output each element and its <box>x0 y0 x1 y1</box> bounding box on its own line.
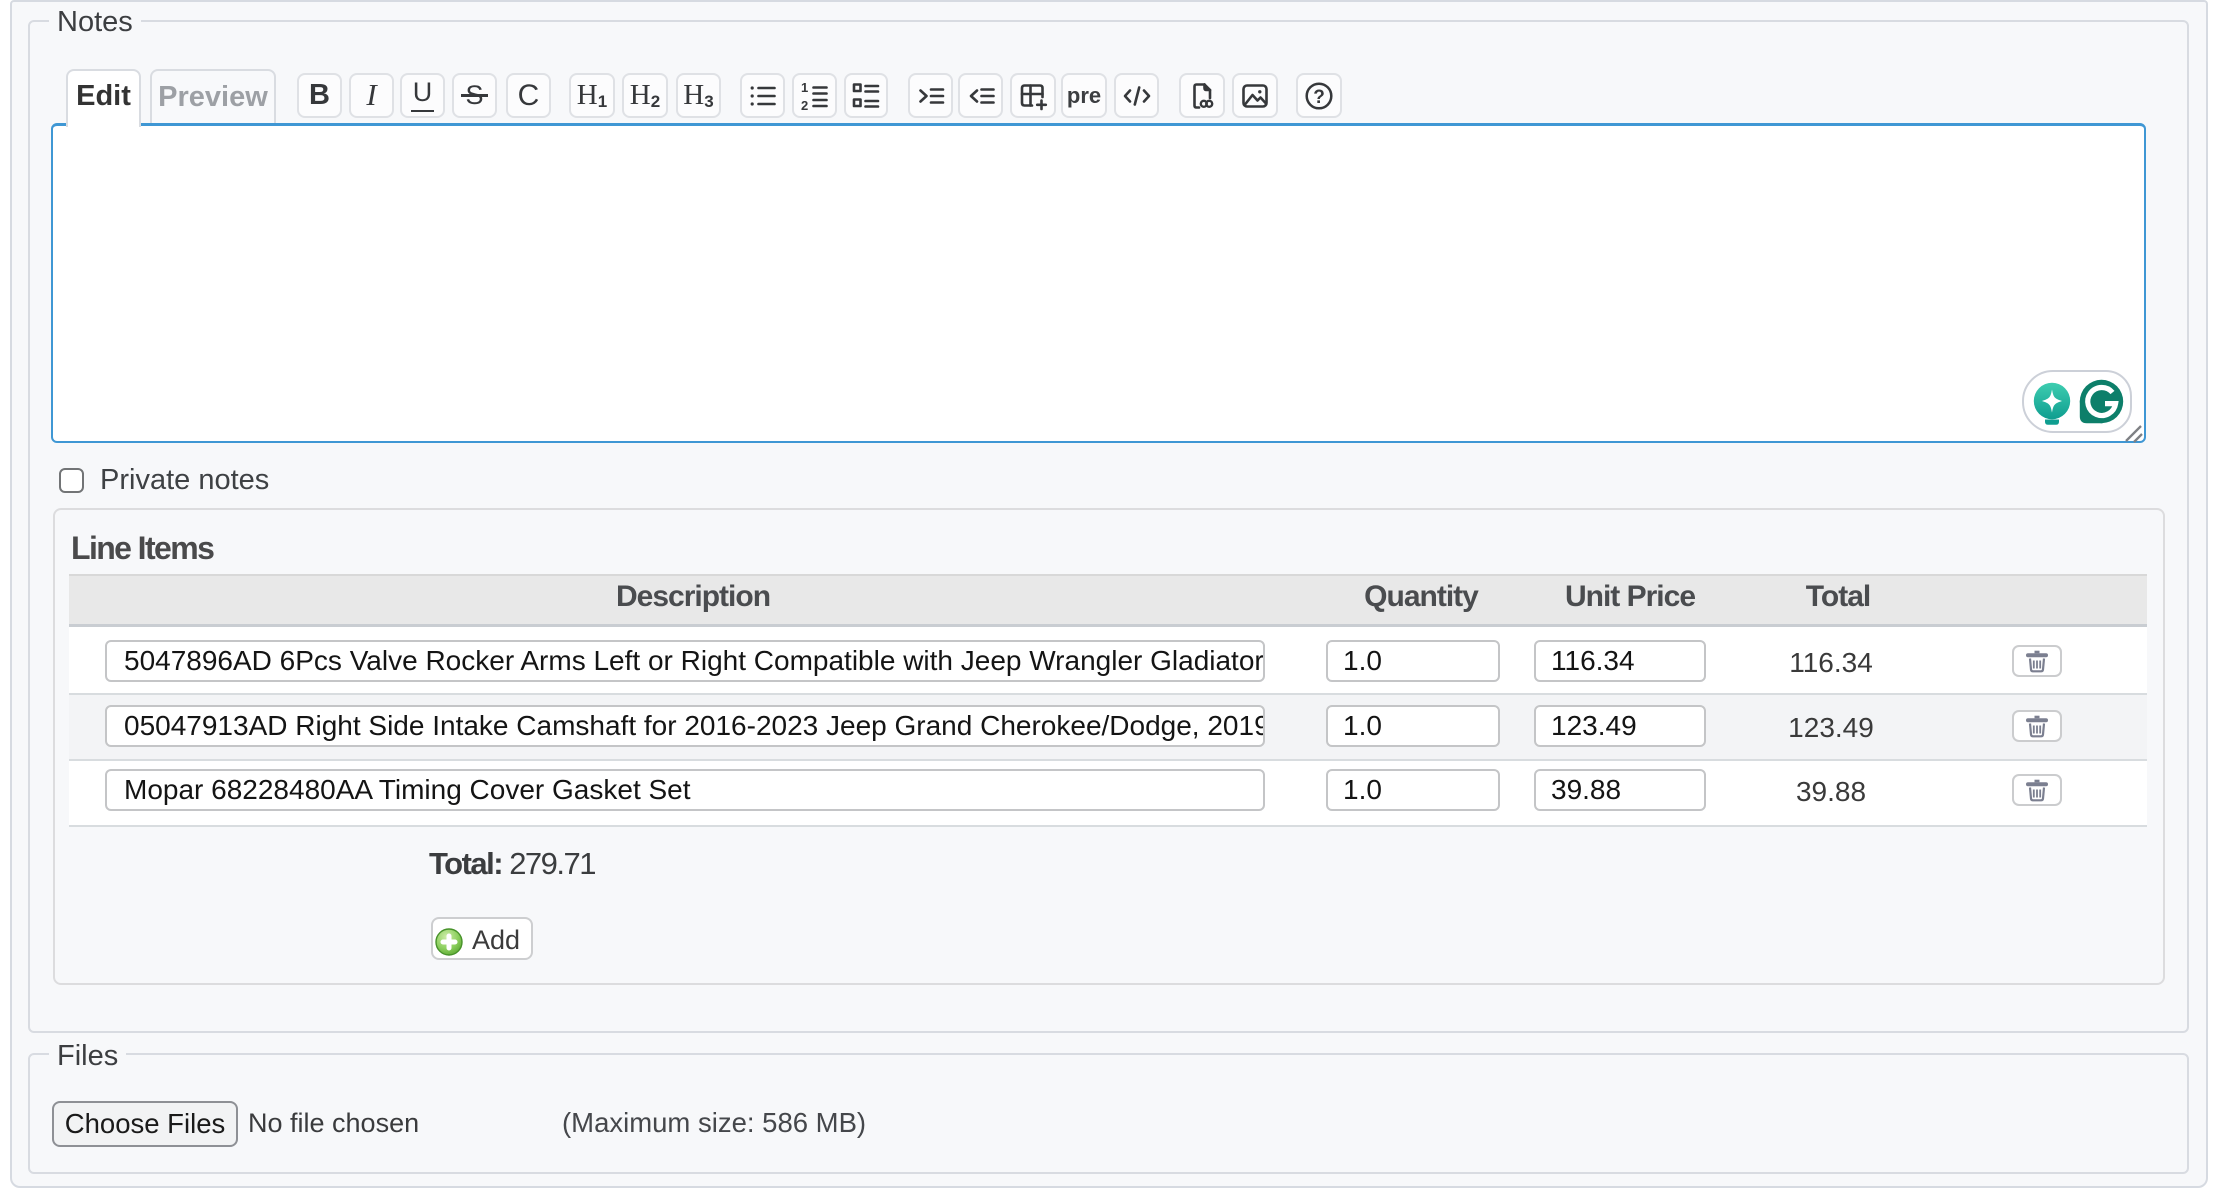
svg-text:?: ? <box>1313 87 1325 108</box>
svg-text:2: 2 <box>801 98 808 111</box>
svg-text:1: 1 <box>801 81 808 95</box>
